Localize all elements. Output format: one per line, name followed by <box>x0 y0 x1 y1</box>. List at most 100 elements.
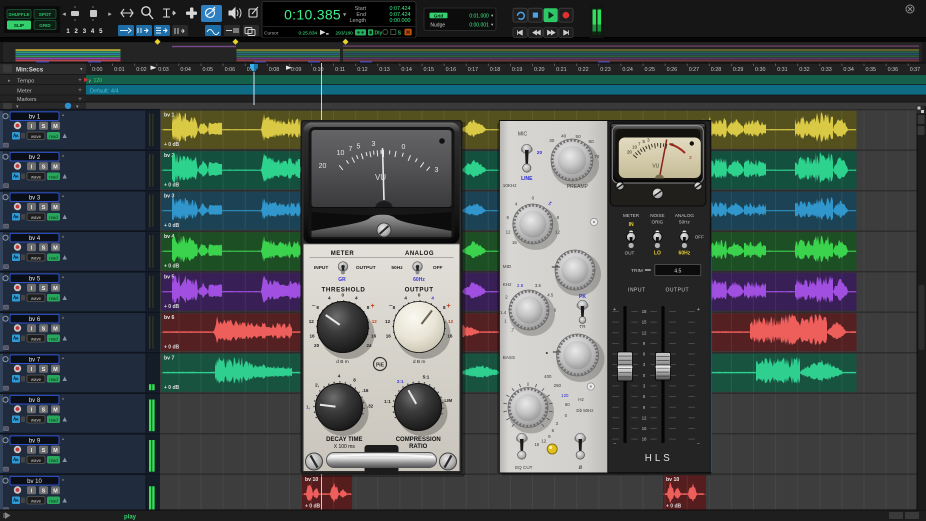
svg-text:GRID: GRID <box>39 23 51 28</box>
svg-text:4: 4 <box>328 296 331 301</box>
svg-text:wave: wave <box>31 215 42 220</box>
svg-text:Meter: Meter <box>17 89 32 95</box>
svg-text:read: read <box>49 458 58 463</box>
svg-text:+: + <box>613 307 616 313</box>
svg-text:▴: ▴ <box>62 315 64 320</box>
svg-text:Default: 4/4: Default: 4/4 <box>90 88 119 94</box>
svg-text:+: + <box>78 97 82 103</box>
svg-text:3: 3 <box>435 167 439 174</box>
svg-text:GR: GR <box>338 277 346 283</box>
svg-text:1:1: 1:1 <box>384 399 391 404</box>
svg-text:▴: ▴ <box>62 477 64 482</box>
svg-text:.32: .32 <box>367 403 374 408</box>
svg-text:8: 8 <box>367 305 370 310</box>
svg-text:+ 0 dB: + 0 dB <box>305 504 321 510</box>
svg-text:TR: TR <box>579 324 586 329</box>
svg-text:M: M <box>53 246 58 252</box>
svg-text:+: + <box>78 78 82 84</box>
svg-text:4.5: 4.5 <box>547 293 554 298</box>
svg-text:bv 2: bv 2 <box>29 155 41 161</box>
svg-text:0:25: 0:25 <box>645 67 656 73</box>
svg-text:+: + <box>78 88 82 94</box>
svg-text:▴: ▴ <box>62 153 64 158</box>
svg-text:M: M <box>53 124 58 130</box>
svg-text:S: S <box>42 246 46 252</box>
svg-text:DECAY TIME: DECAY TIME <box>326 437 362 443</box>
svg-text:wave: wave <box>31 336 42 341</box>
svg-text:250: 250 <box>554 383 562 388</box>
svg-text:LIM: LIM <box>444 398 452 403</box>
svg-text:0:23: 0:23 <box>600 67 611 73</box>
svg-text:20: 20 <box>319 163 327 170</box>
svg-text:+ 0 dB: + 0 dB <box>164 264 180 270</box>
svg-text:+: + <box>446 303 450 310</box>
svg-text:18: 18 <box>642 437 647 442</box>
svg-text:M: M <box>53 367 58 373</box>
svg-text:0: 0 <box>418 293 421 298</box>
svg-text:3: 3 <box>372 141 376 148</box>
svg-text:0:29: 0:29 <box>733 67 744 73</box>
svg-text:Dly: Dly <box>375 31 383 37</box>
svg-text:0:37: 0:37 <box>910 67 921 73</box>
svg-text:bv 3: bv 3 <box>29 196 41 202</box>
svg-text:Cursor: Cursor <box>264 31 279 37</box>
svg-text:wave: wave <box>31 458 42 463</box>
svg-text:bv 9: bv 9 <box>29 439 41 445</box>
svg-text:wave: wave <box>31 296 42 301</box>
svg-text:0:33: 0:33 <box>821 67 832 73</box>
svg-text:OFF: OFF <box>695 235 704 240</box>
svg-text:−: − <box>311 303 315 310</box>
svg-text:0:11: 0:11 <box>335 67 345 73</box>
svg-text:IN: IN <box>629 222 634 228</box>
svg-text:2.8: 2.8 <box>517 283 524 288</box>
svg-text:M: M <box>53 205 58 211</box>
svg-text:bv 6: bv 6 <box>164 315 174 321</box>
svg-text:70: 70 <box>594 154 600 159</box>
svg-text:12: 12 <box>309 319 315 324</box>
svg-text:0:13: 0:13 <box>379 67 390 73</box>
svg-text:NOISE: NOISE <box>650 213 664 218</box>
svg-text:SPOT: SPOT <box>39 12 52 17</box>
svg-text:+ 0 dB: + 0 dB <box>164 385 180 391</box>
svg-text:bv 5: bv 5 <box>164 275 174 281</box>
svg-text:12: 12 <box>506 230 511 235</box>
svg-text:M: M <box>53 489 58 495</box>
svg-text:0:07.424: 0:07.424 <box>390 6 411 12</box>
svg-text:0:05: 0:05 <box>203 67 214 73</box>
svg-text:40: 40 <box>561 134 567 139</box>
svg-text:4: 4 <box>431 296 434 301</box>
svg-text:400: 400 <box>544 374 552 379</box>
svg-text:15: 15 <box>534 442 539 447</box>
svg-text:60Hz: 60Hz <box>679 251 691 257</box>
svg-text:+: + <box>697 307 700 313</box>
svg-text:10KHz: 10KHz <box>503 183 517 188</box>
svg-text:M: M <box>53 286 58 292</box>
svg-text:0:32: 0:32 <box>799 67 810 73</box>
svg-text:S: S <box>42 205 46 211</box>
svg-text:12: 12 <box>448 319 454 324</box>
svg-text:read: read <box>49 296 58 301</box>
svg-text:0:24: 0:24 <box>622 67 633 73</box>
svg-text:bv 7: bv 7 <box>164 356 174 362</box>
svg-text:PK: PK <box>579 294 586 300</box>
svg-text:S: S <box>42 408 46 414</box>
svg-text:VU: VU <box>652 164 659 170</box>
svg-text:ORIG: ORIG <box>652 220 664 225</box>
svg-text:+ 0 dB: + 0 dB <box>164 183 180 189</box>
svg-text:bv 10: bv 10 <box>27 479 42 485</box>
svg-text:d B m: d B m <box>336 359 349 365</box>
svg-text:60Hz: 60Hz <box>413 277 425 283</box>
svg-text:+ 0 dB: + 0 dB <box>164 345 180 351</box>
svg-text:wave: wave <box>31 498 42 503</box>
svg-text:BASS: BASS <box>503 355 515 360</box>
svg-text:16: 16 <box>512 240 517 245</box>
svg-text:OUTPUT: OUTPUT <box>666 288 690 294</box>
svg-text:0:14: 0:14 <box>401 67 412 73</box>
svg-text:7: 7 <box>349 146 353 153</box>
svg-text:EQ CUT: EQ CUT <box>515 465 533 470</box>
svg-text:ANALOG: ANALOG <box>405 251 434 257</box>
svg-text:+ 0 dB: + 0 dB <box>666 504 682 510</box>
svg-text:COMPRESSION: COMPRESSION <box>396 437 441 443</box>
svg-text:M: M <box>53 327 58 333</box>
svg-text:read: read <box>49 255 58 260</box>
